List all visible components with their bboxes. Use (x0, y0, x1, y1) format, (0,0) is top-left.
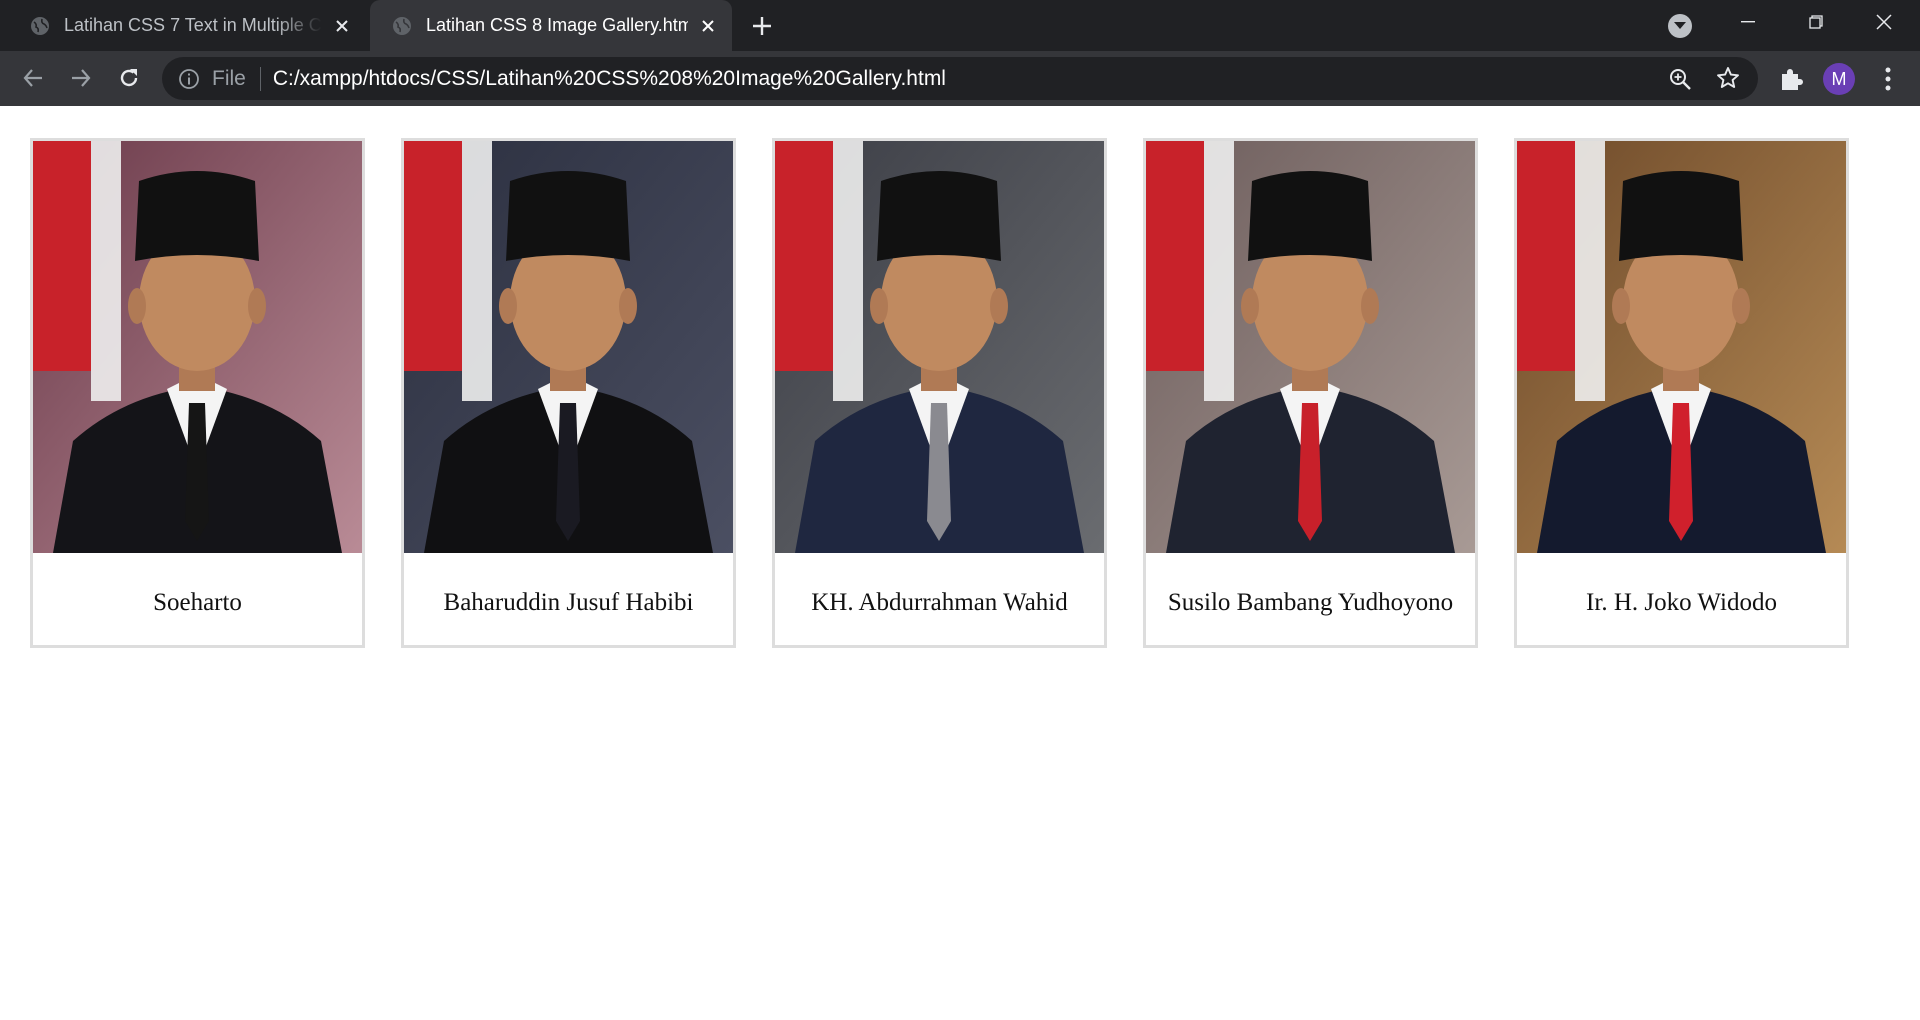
chevron-down-icon (1674, 22, 1686, 29)
close-icon (1876, 14, 1892, 30)
puzzle-icon[interactable] (1778, 66, 1804, 92)
tab-latihan-css-8[interactable]: Latihan CSS 8 Image Gallery.html (370, 0, 732, 51)
image-gallery: Soeharto Baharuddin Jusuf Habibi KH. Abdur… (30, 138, 1849, 648)
tab-title: Latihan CSS 8 Image Gallery.html (426, 15, 688, 35)
tab-strip: Latihan CSS 7 Text in Multiple Columns L… (0, 0, 1920, 51)
arrow-left-icon (23, 69, 42, 87)
zoom-icon[interactable] (1668, 67, 1692, 91)
page-content: Soeharto Baharuddin Jusuf Habibi KH. Abdur… (0, 106, 1920, 1020)
gallery-card: KH. Abdurrahman Wahid (772, 138, 1107, 648)
gallery-card: Soeharto (30, 138, 365, 648)
info-icon[interactable] (178, 68, 200, 90)
gallery-caption: Susilo Bambang Yudhoyono (1167, 589, 1454, 616)
tab-search-button[interactable] (1668, 14, 1692, 38)
tab-title: Latihan CSS 7 Text in Multiple Columns (64, 15, 322, 35)
close-tab-icon[interactable] (332, 16, 352, 36)
url-text[interactable]: C:/xampp/htdocs/CSS/Latihan%20CSS%208%20… (273, 67, 946, 91)
portrait-photo (33, 141, 362, 553)
tab-latihan-css-7[interactable]: Latihan CSS 7 Text in Multiple Columns (8, 0, 366, 51)
restore-button[interactable] (1782, 0, 1850, 44)
gallery-card: Baharuddin Jusuf Habibi (401, 138, 736, 648)
more-vert-icon[interactable] (1876, 65, 1900, 93)
star-icon[interactable] (1716, 66, 1740, 90)
minimize-button[interactable] (1714, 0, 1782, 44)
close-window-button[interactable] (1850, 0, 1918, 44)
browser-toolbar: File C:/xampp/htdocs/CSS/Latihan%20CSS%2… (0, 51, 1920, 106)
globe-icon (31, 16, 49, 35)
globe-icon (393, 16, 411, 35)
address-separator (259, 66, 261, 91)
portrait-photo (404, 141, 733, 553)
back-button[interactable] (14, 59, 52, 97)
plus-icon (753, 17, 771, 35)
gallery-caption: KH. Abdurrahman Wahid (811, 589, 1068, 616)
restore-icon (1809, 15, 1823, 29)
close-tab-icon[interactable] (698, 16, 718, 36)
address-bar[interactable]: File C:/xampp/htdocs/CSS/Latihan%20CSS%2… (162, 57, 1758, 100)
forward-button[interactable] (62, 59, 100, 97)
arrow-right-icon (72, 69, 91, 87)
profile-avatar[interactable]: M (1823, 63, 1855, 95)
gallery-card: Ir. H. Joko Widodo (1514, 138, 1849, 648)
new-tab-button[interactable] (748, 12, 776, 40)
minimize-icon (1741, 21, 1755, 23)
gallery-caption: Soeharto (153, 589, 242, 616)
gallery-card: Susilo Bambang Yudhoyono (1143, 138, 1478, 648)
gallery-caption: Baharuddin Jusuf Habibi (443, 589, 694, 616)
gallery-caption: Ir. H. Joko Widodo (1586, 589, 1777, 616)
portrait-photo (775, 141, 1104, 553)
reload-button[interactable] (110, 59, 148, 97)
profile-initial: M (1831, 68, 1847, 89)
portrait-photo (1517, 141, 1846, 553)
file-scheme-label: File (212, 66, 246, 90)
reload-icon (120, 69, 138, 87)
portrait-photo (1146, 141, 1475, 553)
